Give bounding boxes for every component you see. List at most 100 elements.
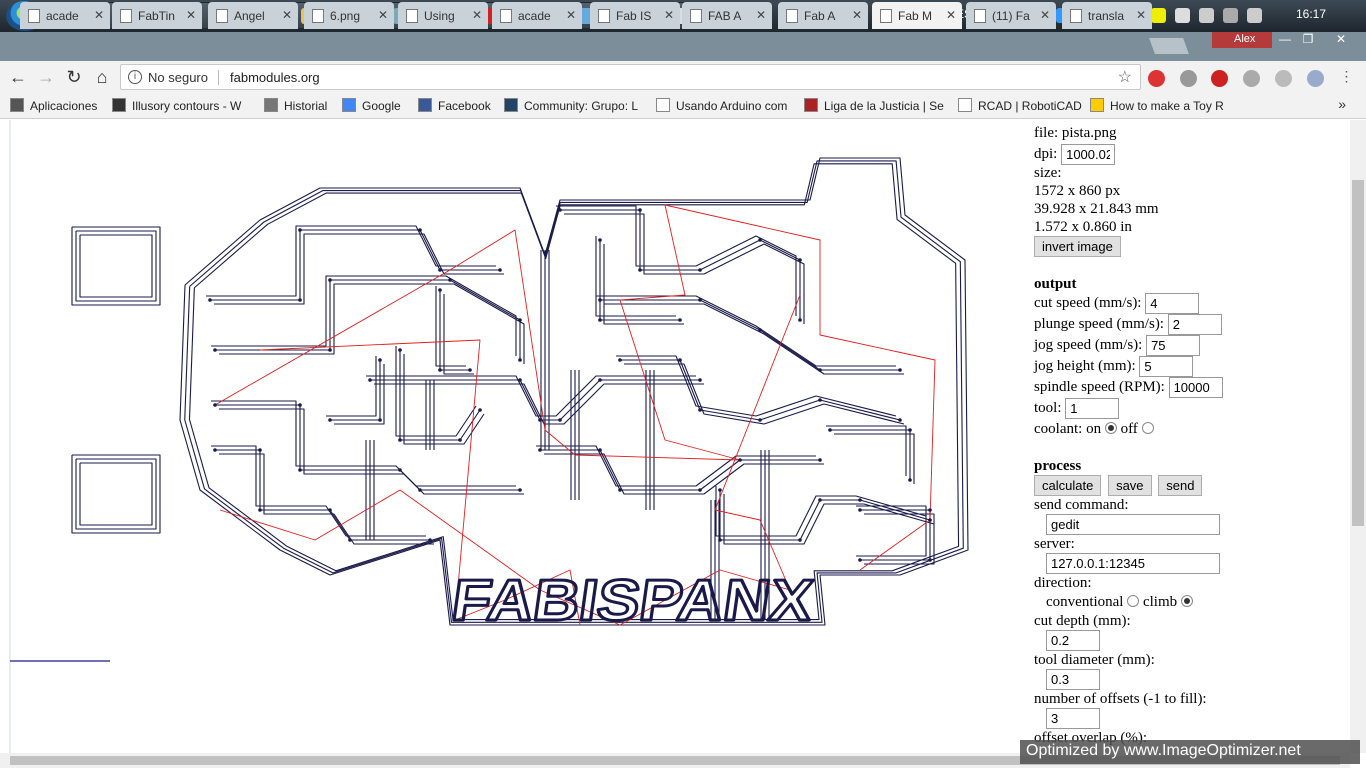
close-tab-icon[interactable]: ✕ (1136, 8, 1146, 22)
extension-shield-icon[interactable] (1148, 70, 1165, 87)
forward-icon[interactable]: → (36, 67, 56, 87)
toolpath-vertex (518, 378, 522, 382)
bookmark-item[interactable]: Google (342, 98, 401, 113)
tab-2[interactable]: FabTin ✕ (112, 2, 202, 29)
bookmarks-overflow-icon[interactable]: » (1338, 96, 1346, 112)
extension-mega-icon[interactable] (1211, 70, 1228, 87)
tab-10[interactable]: Fab M ✕ (872, 2, 962, 29)
history-icon (264, 98, 278, 112)
bookmark-label: Liga de la Justicia | Se (824, 99, 944, 113)
bookmark-item[interactable]: Historial (264, 98, 327, 113)
climb-radio[interactable] (1180, 595, 1193, 607)
maximize-button[interactable]: ❐ (1293, 32, 1323, 46)
tab-7[interactable]: Fab IS ✕ (590, 2, 680, 29)
bookmark-item[interactable]: Illusory contours - W (112, 98, 241, 113)
cut-depth-input[interactable] (1046, 630, 1100, 651)
toolpath-vertex (908, 428, 912, 432)
coolant-on-radio[interactable] (1104, 422, 1117, 434)
close-tab-icon[interactable]: ✕ (852, 8, 862, 22)
close-tab-icon[interactable]: ✕ (756, 8, 766, 22)
bookmark-item[interactable]: Facebook (418, 98, 491, 113)
close-window-button[interactable]: ✕ (1326, 32, 1356, 46)
bookmark-star-icon[interactable]: ☆ (1118, 67, 1132, 87)
close-tab-icon[interactable]: ✕ (94, 8, 104, 22)
tab-11[interactable]: (11) Fa ✕ (966, 2, 1056, 29)
spindle-speed-input[interactable] (1168, 377, 1223, 398)
extension-robot-icon[interactable] (1180, 70, 1197, 87)
server-input[interactable] (1046, 553, 1220, 574)
close-tab-icon[interactable]: ✕ (378, 8, 388, 22)
tab-4[interactable]: 6.png ✕ (304, 2, 394, 29)
offsets-input[interactable] (1046, 708, 1100, 729)
close-tab-icon[interactable]: ✕ (664, 8, 674, 22)
tab-12[interactable]: transla ✕ (1062, 2, 1152, 29)
trace-offset (330, 360, 381, 421)
info-icon[interactable]: i (128, 70, 142, 84)
menu-icon[interactable]: ⋮ (1338, 68, 1355, 85)
back-icon[interactable]: ← (8, 67, 28, 87)
extension-skype-icon[interactable] (1307, 70, 1324, 87)
vertical-scroll-thumb[interactable] (1352, 180, 1364, 526)
tab-5[interactable]: Using ✕ (398, 2, 488, 29)
plunge-speed-input[interactable] (1167, 314, 1222, 335)
toolpath-vertex (478, 408, 482, 412)
network-blocked-icon[interactable] (1175, 8, 1190, 23)
bookmark-item[interactable]: Aplicaciones (10, 98, 97, 113)
extension-a-icon[interactable] (1275, 70, 1292, 87)
bookmark-item[interactable]: Usando Arduino com (656, 98, 787, 113)
close-tab-icon[interactable]: ✕ (566, 8, 576, 22)
trace-offset (536, 445, 816, 487)
tool-input[interactable] (1065, 398, 1120, 419)
calculate-button[interactable]: calculate (1034, 475, 1102, 496)
bookmark-item[interactable]: RCAD | RobotiCAD (958, 98, 1082, 113)
save-button[interactable]: save (1108, 475, 1152, 496)
security-label[interactable]: No seguro (148, 70, 208, 85)
signal-icon[interactable] (1223, 8, 1238, 23)
jog-height-input[interactable] (1139, 356, 1194, 377)
address-bar[interactable]: i No seguro fabmodules.org ☆ (120, 64, 1141, 90)
invert-image-button[interactable]: invert image (1034, 236, 1121, 257)
close-tab-icon[interactable]: ✕ (472, 8, 482, 22)
tab-label: Using (424, 9, 455, 23)
tab-label: FabTin (138, 9, 175, 23)
volume-icon[interactable] (1247, 8, 1262, 23)
tab-label: transla (1088, 9, 1125, 23)
extension-circle-icon[interactable] (1243, 70, 1260, 87)
send-command-input[interactable] (1046, 514, 1220, 535)
toolpath-vertex (448, 278, 452, 282)
device-icon[interactable] (1199, 8, 1214, 23)
bookmark-label: RCAD | RobotiCAD (978, 99, 1082, 113)
badge-68-icon[interactable] (1151, 8, 1166, 23)
conventional-radio[interactable] (1127, 595, 1140, 607)
close-tab-icon[interactable]: ✕ (186, 8, 196, 22)
close-tab-icon[interactable]: ✕ (946, 8, 956, 22)
clock[interactable]: 16:17 (1296, 7, 1326, 21)
dpi-input[interactable] (1061, 144, 1116, 165)
close-tab-icon[interactable]: ✕ (1040, 8, 1050, 22)
bookmark-item[interactable]: How to make a Toy R (1090, 98, 1224, 113)
bookmark-item[interactable]: Liga de la Justicia | Se (804, 98, 944, 113)
tab-label: 6.png (330, 9, 361, 23)
vertical-scrollbar[interactable] (1350, 120, 1366, 753)
bookmark-item[interactable]: Community: Grupo: L (504, 98, 638, 113)
reload-icon[interactable]: ↻ (64, 67, 84, 87)
trace-offset (214, 233, 504, 305)
tab-8[interactable]: FAB A ✕ (682, 2, 772, 29)
profile-button[interactable]: Alex (1212, 32, 1272, 48)
cut-speed-input[interactable] (1145, 293, 1200, 314)
page-icon (958, 98, 972, 112)
tab-1[interactable]: acade ✕ (20, 2, 110, 29)
tab-9[interactable]: Fab A ✕ (778, 2, 868, 29)
close-tab-icon[interactable]: ✕ (282, 8, 292, 22)
send-button[interactable]: send (1158, 475, 1203, 496)
send-command-label: send command: (1034, 497, 1129, 513)
jog-speed-input[interactable] (1146, 335, 1201, 356)
coolant-off-radio[interactable] (1141, 422, 1154, 434)
new-tab-button[interactable] (1149, 38, 1189, 54)
tool-diameter-input[interactable] (1046, 669, 1100, 690)
tab-3[interactable]: Angel ✕ (208, 2, 298, 29)
url-text[interactable]: fabmodules.org (230, 70, 320, 85)
home-icon[interactable]: ⌂ (92, 67, 112, 87)
tab-6[interactable]: acade ✕ (492, 2, 582, 29)
cut-speed-label: cut speed (mm/s): (1034, 294, 1142, 311)
